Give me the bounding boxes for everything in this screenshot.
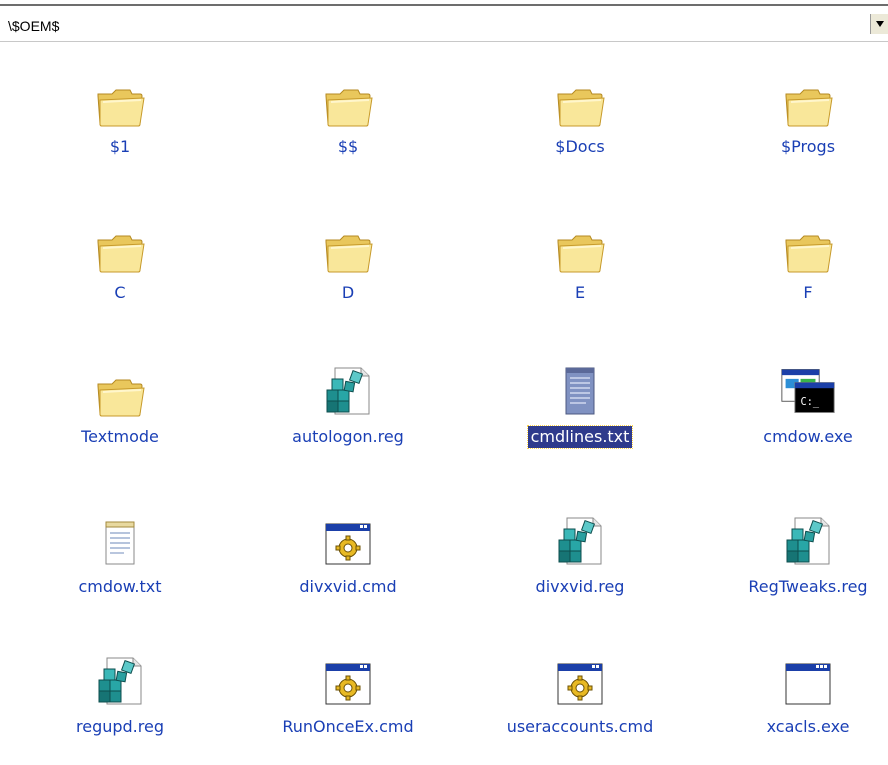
file-item[interactable]: E [470,218,690,304]
file-item[interactable]: cmdow.txt [10,512,230,598]
batch-file-icon [552,652,608,708]
file-item[interactable]: RegTweaks.reg [698,512,888,598]
file-item-label: divxvid.reg [535,577,625,596]
console-app-icon: C:_ [780,362,836,418]
file-icon-grid: $1 $$ $Docs $Progs C D E F Textmode auto… [0,0,888,765]
file-item-label: D [341,283,355,302]
file-item[interactable]: useraccounts.cmd [470,652,690,738]
file-item-label: E [574,283,586,302]
file-item-label: useraccounts.cmd [506,717,654,736]
folder-icon [320,218,376,274]
file-item[interactable]: regupd.reg [10,652,230,738]
file-item-label: $1 [109,137,131,156]
folder-icon [320,72,376,128]
registry-file-icon [780,512,836,568]
file-item[interactable]: Textmode [10,362,230,448]
file-item-label: Textmode [81,427,159,446]
file-item-label: xcacls.exe [766,717,850,736]
folder-icon [552,218,608,274]
file-item[interactable]: $1 [10,72,230,158]
file-item[interactable]: xcacls.exe [698,652,888,738]
file-item-label: autologon.reg [292,427,404,446]
file-item-label: $Docs [555,137,605,156]
file-item[interactable]: $Docs [470,72,690,158]
file-item-label: cmdlines.txt [526,425,634,449]
file-item-label: divxvid.cmd [299,577,397,596]
file-item-label: cmdow.txt [78,577,162,596]
file-item[interactable]: $$ [238,72,458,158]
file-item[interactable]: divxvid.reg [470,512,690,598]
folder-icon [92,218,148,274]
file-item-label: RegTweaks.reg [748,577,868,596]
file-item[interactable]: C:_ cmdow.exe [698,362,888,448]
folder-icon [780,72,836,128]
file-item-label: F [803,283,813,302]
file-item[interactable]: F [698,218,888,304]
registry-file-icon [92,652,148,708]
notepad-file-icon [92,512,148,568]
file-item-label: regupd.reg [76,717,164,736]
file-item[interactable]: cmdlines.txt [470,362,690,449]
folder-icon [780,218,836,274]
file-item[interactable]: $Progs [698,72,888,158]
file-item[interactable]: divxvid.cmd [238,512,458,598]
registry-file-icon [320,362,376,418]
folder-icon [552,72,608,128]
file-item[interactable]: RunOnceEx.cmd [238,652,458,738]
file-item-label: C [114,283,126,302]
text-document-icon [552,362,608,418]
svg-text:C:_: C:_ [801,396,820,408]
application-window-icon [780,652,836,708]
file-item-label: $Progs [780,137,836,156]
folder-icon [92,362,148,418]
file-item[interactable]: C [10,218,230,304]
file-item[interactable]: D [238,218,458,304]
file-item-label: $$ [337,137,359,156]
batch-file-icon [320,652,376,708]
batch-file-icon [320,512,376,568]
file-item-label: cmdow.exe [763,427,853,446]
file-item-label: RunOnceEx.cmd [282,717,414,736]
registry-file-icon [552,512,608,568]
file-item[interactable]: autologon.reg [238,362,458,448]
folder-icon [92,72,148,128]
